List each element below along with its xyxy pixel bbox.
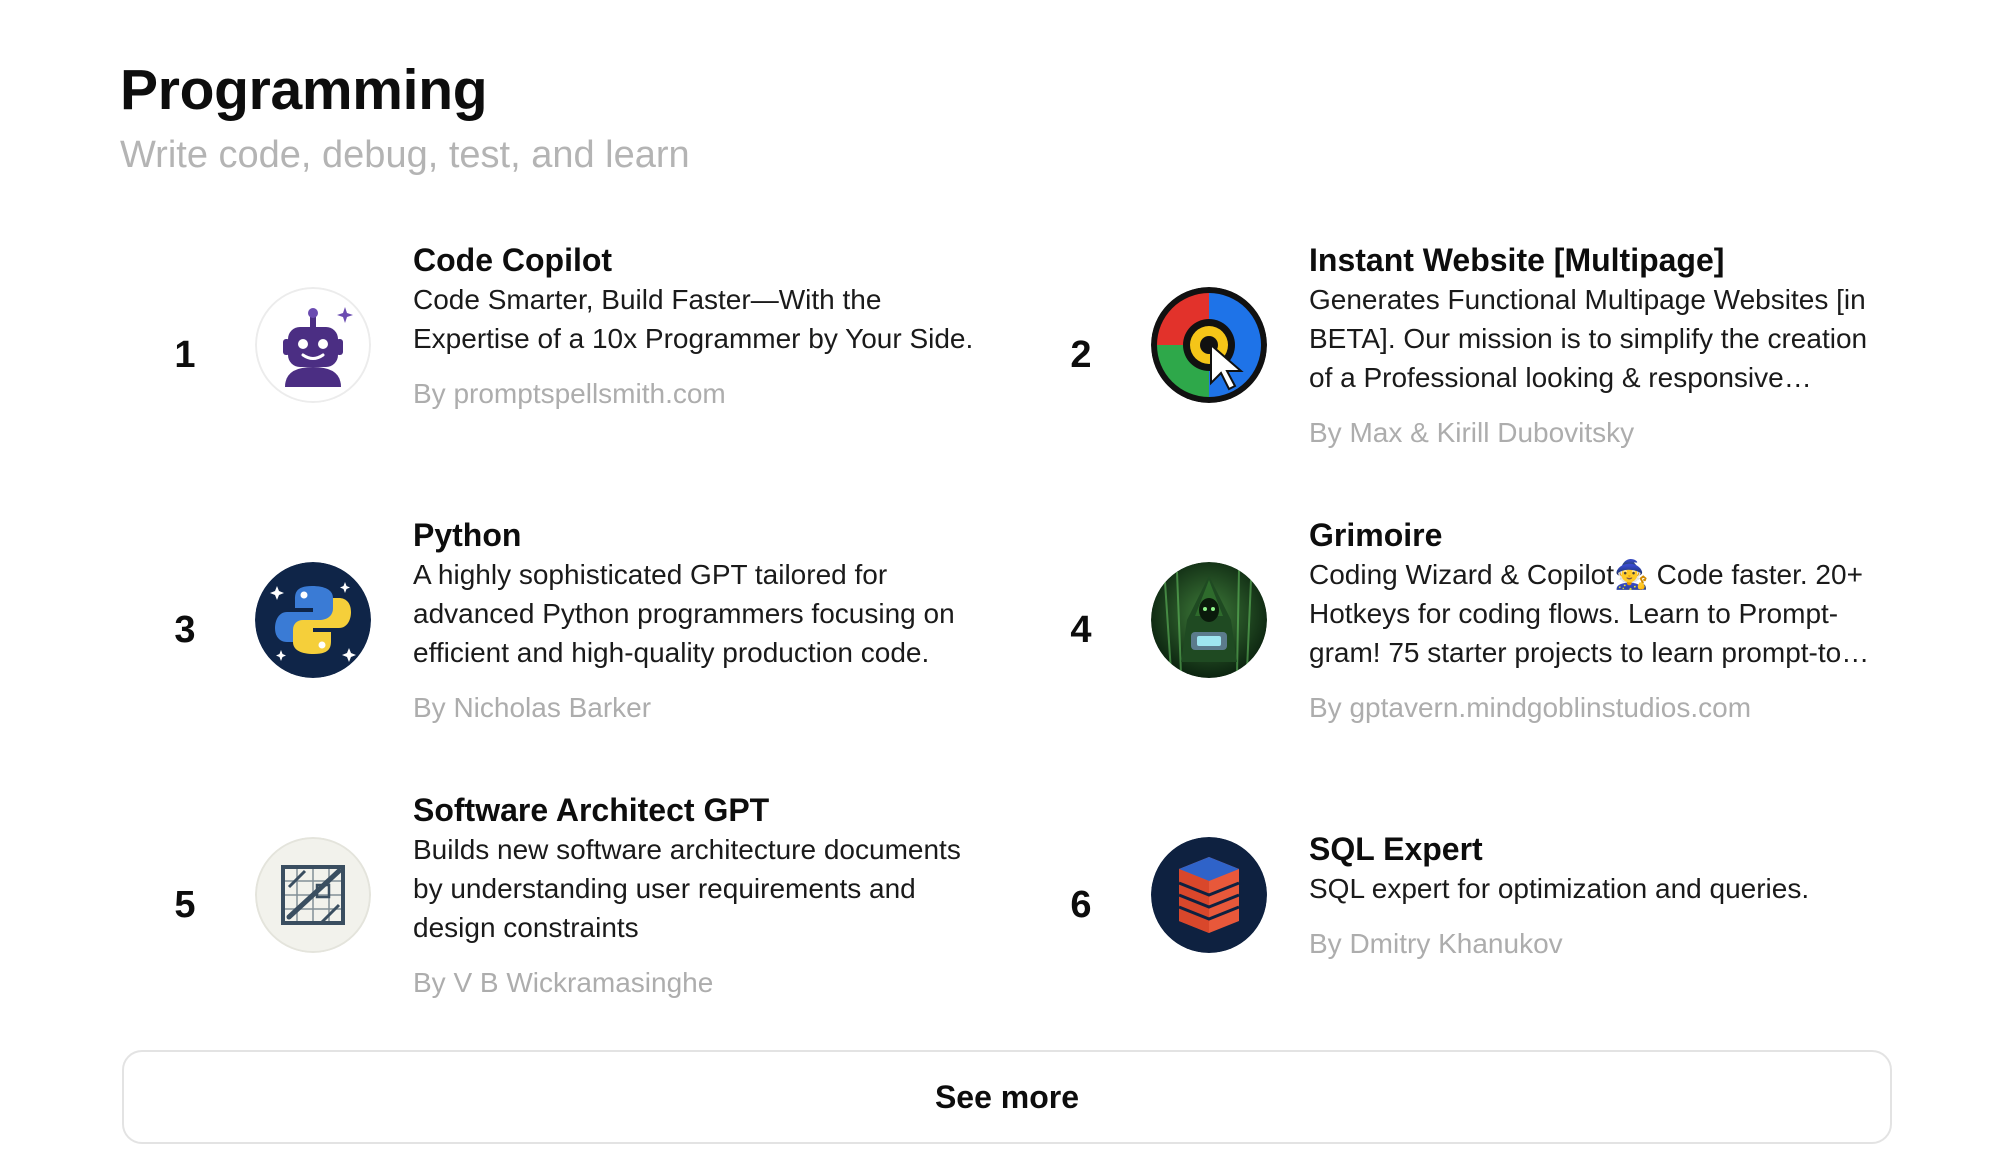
rank-number: 2 [1070,333,1092,376]
gpt-card[interactable]: 2 Instant Website [Multipage] Generates … [1026,230,1886,480]
gpt-name: Grimoire [1309,517,1443,553]
gpt-name: Code Copilot [413,242,613,278]
gpt-description: Code Smarter, Build Faster—With the Expe… [413,284,974,354]
gpt-name: Software Architect GPT [413,792,770,828]
gpt-description: Generates Functional Multipage Websites … [1309,284,1868,393]
gpt-author: By gptavern.mindgoblinstudios.com [1309,692,1752,723]
gpt-description: Coding Wizard & Copilot🧙 Code faster. 20… [1309,559,1863,668]
rank-number: 4 [1070,608,1092,651]
gpt-name: Instant Website [Multipage] [1309,242,1725,278]
robot-icon [255,287,371,403]
gpt-card[interactable]: 6 SQL Expert SQL expert for optimization… [1026,780,1886,1030]
see-more-button[interactable]: See more [122,1050,1892,1144]
rank-number: 6 [1070,883,1092,926]
color-wheel-cursor-icon [1151,287,1267,403]
gpt-author: By V B Wickramasinghe [413,967,714,998]
gpt-card[interactable]: 1 Code Copilot Code Smarter, Build Faste… [130,230,990,480]
gpt-description: SQL expert for optimization and queries. [1309,873,1810,904]
database-stack-icon [1151,837,1267,953]
rank-number: 5 [174,883,196,926]
gpt-info: Python A highly sophisticated GPT tailor… [413,515,980,726]
gpt-author: By Max & Kirill Dubovitsky [1309,417,1635,448]
gpt-author: By promptspellsmith.com [413,378,726,409]
gpt-name: SQL Expert [1309,831,1483,867]
gpt-info: Code Copilot Code Smarter, Build Faster—… [413,240,980,412]
python-logo-icon [255,562,371,678]
gpt-info: Instant Website [Multipage] Generates Fu… [1309,240,1876,451]
gpt-description: Builds new software architecture documen… [413,834,961,943]
blueprint-icon [255,837,371,953]
wizard-icon [1151,562,1267,678]
gpt-info: SQL Expert SQL expert for optimization a… [1309,829,1876,962]
gpt-author: By Dmitry Khanukov [1309,928,1563,959]
gpt-grid: 1 Code Copilot Code Smarter, Build Faste… [0,0,2000,1167]
gpt-card[interactable]: 4 Grimoire Coding Wizard & Copilot🧙 Code… [1026,505,1886,755]
gpt-info: Grimoire Coding Wizard & Copilot🧙 Code f… [1309,515,1876,726]
gpt-card[interactable]: 3 Python A highly sophisticated GPT tail… [130,505,990,755]
gpt-description: A highly sophisticated GPT tailored for … [413,559,955,668]
gpt-info: Software Architect GPT Builds new softwa… [413,790,980,1001]
gpt-name: Python [413,517,522,553]
rank-number: 3 [174,608,196,651]
gpt-author: By Nicholas Barker [413,692,652,723]
rank-number: 1 [174,333,196,376]
gpt-card[interactable]: 5 Software Architect GPT Builds new soft… [130,780,990,1030]
